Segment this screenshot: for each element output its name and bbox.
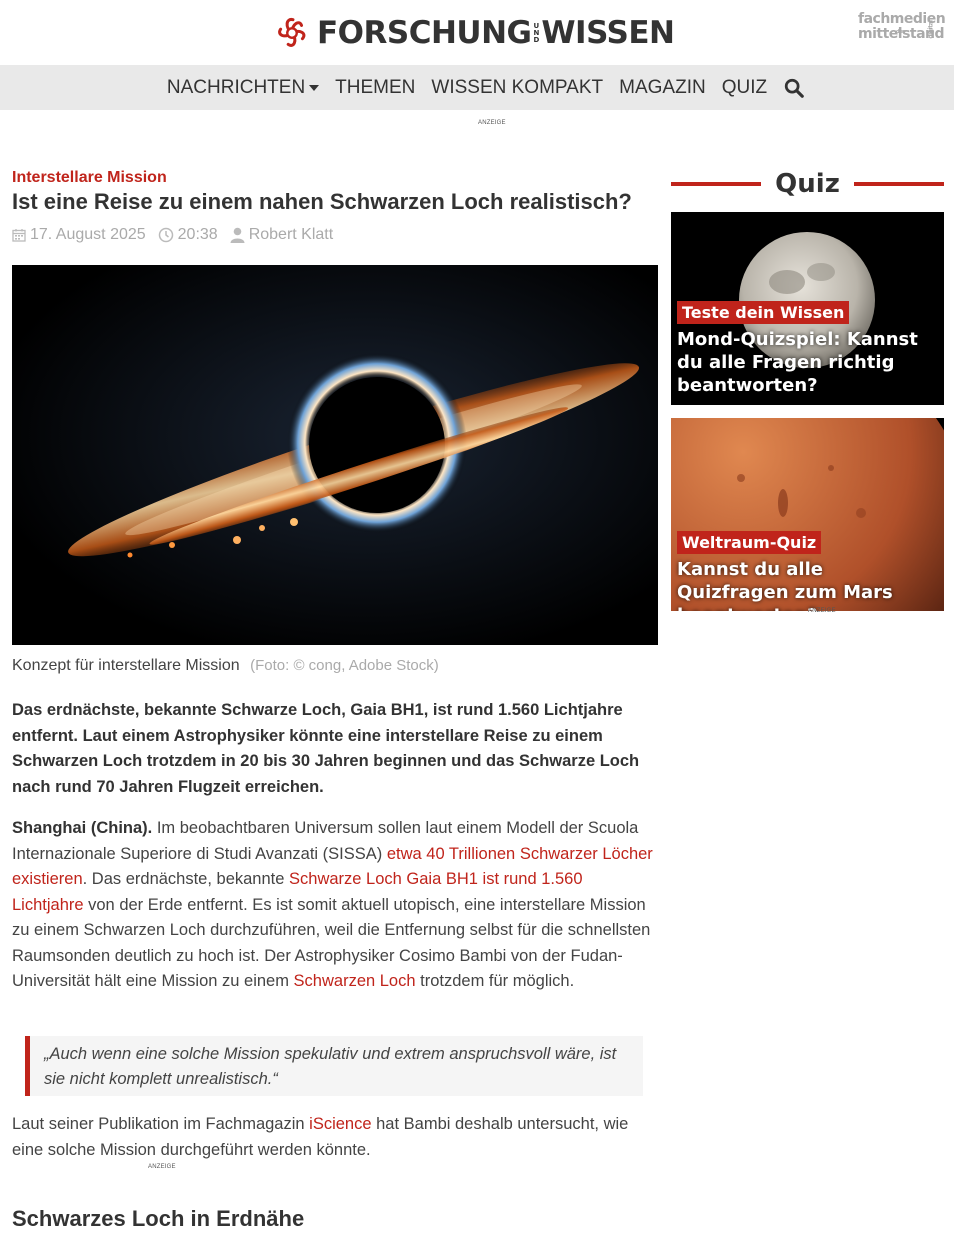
article-lead: Das erdnächste, bekannte Schwarze Loch, … (12, 701, 640, 796)
partner-tiny: der (896, 29, 904, 35)
logo-text-right: WISSEN (541, 15, 675, 51)
logo-und: U N D (533, 22, 540, 44)
image-credit: (Foto: © cong, Adobe Stock) (250, 657, 439, 674)
article-quote: „Auch wenn eine solche Mission spekulati… (25, 1036, 643, 1096)
partner-logo[interactable]: fachmedien mittelstand digital der (858, 12, 946, 42)
logo-wordmark: FORSCHUNG U N D WISSEN (317, 15, 675, 51)
logo-text-left: FORSCHUNG (317, 15, 532, 51)
search-icon[interactable] (783, 77, 805, 99)
body-text-segment: trotzdem für möglich. (415, 972, 575, 990)
link-schwarzen-loch[interactable]: Schwarzen Loch (294, 972, 416, 990)
article-kicker: Interstellare Mission (12, 169, 167, 186)
body-text-segment: Laut seiner Publikation im Fachmagazin (12, 1115, 310, 1133)
sidebar-quiz-heading: Quiz (671, 168, 945, 200)
ad-label: ANZEIGE (478, 120, 506, 126)
nav-item-label: THEMEN (335, 76, 416, 98)
dateline: Shanghai (China). (12, 819, 153, 837)
heading-rule (671, 182, 762, 186)
date-text: 17. August 2025 (30, 226, 146, 243)
body-text-segment: . Das erdnächste, bekannte (82, 870, 290, 888)
article-paragraph: Laut seiner Publikation im Fachmagazin i… (12, 1112, 658, 1163)
logo-und-letter: D (533, 35, 540, 44)
calendar-icon (12, 229, 26, 242)
caret-down-icon (309, 84, 320, 91)
ad-label: ANZEIGE (808, 608, 836, 614)
nav-item-wissen-kompakt[interactable]: WISSEN KOMPAKT (423, 77, 611, 99)
nav-item-magazin[interactable]: MAGAZIN (611, 77, 714, 99)
article-meta: 17. August 2025 20:38 Robert Klatt (12, 226, 345, 244)
main-nav: NACHRICHTEN THEMEN WISSEN KOMPAKT MAGAZI… (0, 65, 954, 110)
card-title: Kannst du alle Quizfragen zum Mars beant… (677, 559, 893, 611)
meta-date: 17. August 2025 (12, 226, 146, 244)
author-text: Robert Klatt (248, 226, 334, 243)
nav-item-nachrichten[interactable]: NACHRICHTEN (159, 77, 327, 99)
article-paragraph: Shanghai (China). Im beobachtbaren Unive… (12, 816, 658, 995)
caption-text: Konzept für interstellare Mission (12, 657, 240, 674)
link-iscience[interactable]: iScience (309, 1115, 371, 1133)
card-tag: Teste dein Wissen (677, 301, 850, 324)
quiz-card-mars[interactable]: Weltraum-Quiz Kannst du alle Quizfragen … (671, 418, 944, 611)
nav-item-themen[interactable]: THEMEN (327, 77, 423, 99)
logo-flower-icon (278, 17, 306, 47)
nav-item-label: QUIZ (721, 76, 768, 98)
nav-items: NACHRICHTEN THEMEN WISSEN KOMPAKT MAGAZI… (159, 77, 805, 99)
article-hero-image (12, 265, 658, 645)
quiz-title: Quiz (775, 169, 840, 199)
site-logo[interactable]: FORSCHUNG U N D WISSEN (273, 11, 675, 55)
nav-item-label: WISSEN KOMPAKT (431, 76, 604, 98)
black-hole-illustration (12, 265, 658, 645)
clock-icon (158, 227, 173, 243)
site-header: FORSCHUNG U N D WISSEN fachmedien mittel… (0, 0, 954, 65)
image-caption: Konzept für interstellare Mission (Foto:… (12, 657, 439, 675)
card-tag: Weltraum-Quiz (677, 531, 822, 554)
card-title: Mond-Quizspiel: Kannst du alle Fragen ri… (677, 329, 918, 396)
partner-small: digital (927, 20, 935, 39)
article-title: Ist eine Reise zu einem nahen Schwarzen … (12, 189, 632, 214)
meta-time: 20:38 (158, 226, 218, 244)
heading-rule (853, 182, 945, 186)
nav-item-label: NACHRICHTEN (166, 76, 306, 98)
meta-author[interactable]: Robert Klatt (230, 226, 333, 244)
nav-item-quiz[interactable]: QUIZ (714, 77, 775, 99)
user-icon (230, 227, 245, 243)
time-text: 20:38 (177, 226, 218, 243)
section-heading: Schwarzes Loch in Erdnähe (12, 1206, 305, 1231)
quiz-card-moon[interactable]: Teste dein Wissen Mond-Quizspiel: Kannst… (671, 212, 944, 405)
nav-item-label: MAGAZIN (619, 76, 706, 98)
ad-label: ANZEIGE (148, 1164, 176, 1170)
